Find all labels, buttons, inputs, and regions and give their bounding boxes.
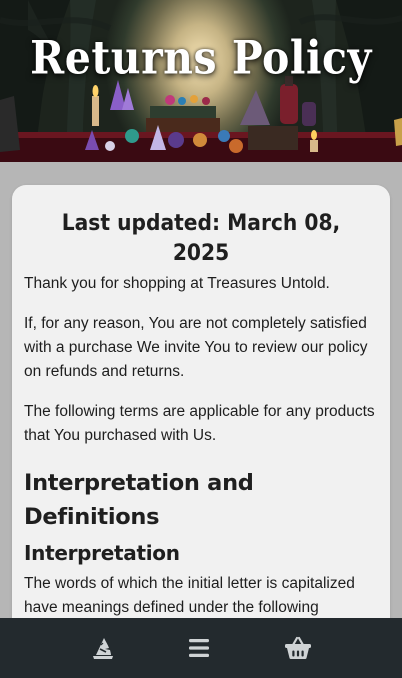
cart-button[interactable] [280, 630, 316, 666]
intro-paragraph: Thank you for shopping at Treasures Unto… [24, 275, 330, 292]
hero-banner: Returns Policy [0, 0, 402, 162]
wizard-hat-icon [93, 638, 113, 659]
section-heading-interpretation-definitions: Interpretation and Definitions [24, 470, 254, 530]
subsection-heading-interpretation: Interpretation [24, 541, 180, 565]
menu-button[interactable] [181, 630, 217, 666]
last-updated-heading: Last updated: March 08, 2025 [61, 211, 341, 266]
policy-content-card: Last updated: March 08, 2025 Thank you f… [12, 185, 390, 655]
terms-paragraph: The following terms are applicable for a… [24, 403, 375, 444]
hamburger-menu-icon [189, 639, 209, 657]
home-button[interactable] [85, 630, 121, 666]
shopping-basket-icon [285, 636, 311, 659]
bottom-navigation-bar [0, 618, 402, 678]
page-title: Returns Policy [30, 31, 372, 85]
reason-paragraph: If, for any reason, You are not complete… [24, 315, 368, 380]
